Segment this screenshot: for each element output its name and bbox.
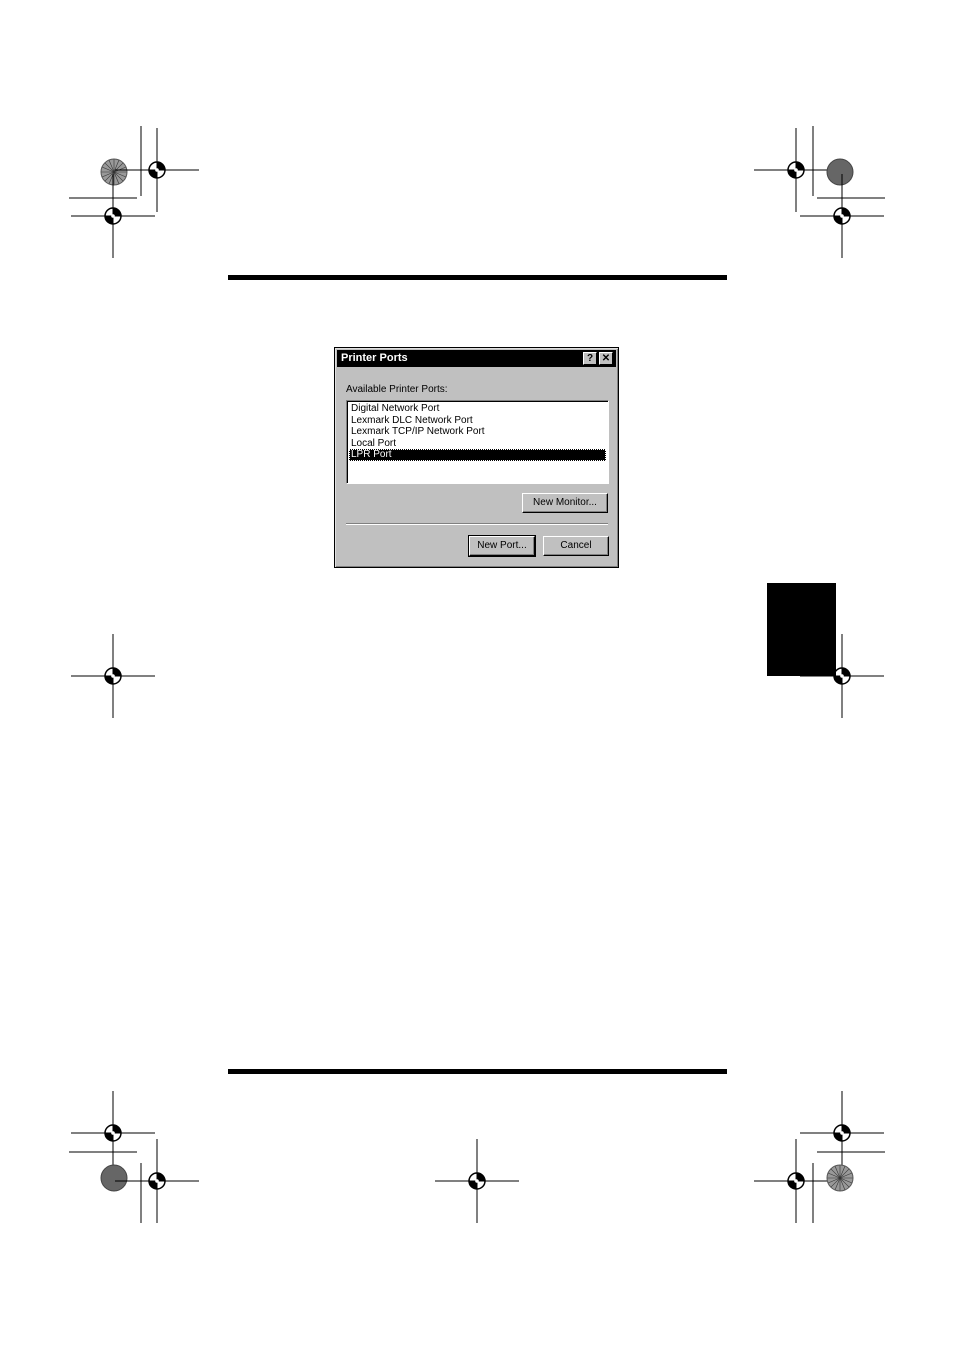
new-monitor-button[interactable]: New Monitor...	[522, 493, 608, 513]
registration-mark-icon	[799, 633, 885, 719]
registration-mark-icon	[799, 1090, 885, 1176]
registration-mark-icon	[753, 127, 839, 213]
close-button[interactable]: ✕	[599, 352, 613, 365]
new-port-button[interactable]: New Port...	[468, 535, 536, 557]
help-icon: ?	[586, 353, 594, 364]
dialog-title-bar[interactable]: Printer Ports ? ✕	[337, 350, 616, 367]
list-item[interactable]: Digital Network Port	[349, 403, 606, 415]
color-wheel-icon	[100, 1164, 128, 1192]
registration-mark-icon	[70, 1090, 156, 1176]
list-item-selected[interactable]: LPR Port	[349, 449, 606, 461]
printer-ports-dialog: Printer Ports ? ✕ Available Printer Port…	[334, 347, 619, 568]
available-ports-list[interactable]: Digital Network Port Lexmark DLC Network…	[346, 400, 609, 484]
available-ports-label: Available Printer Ports:	[346, 384, 448, 395]
color-wheel-icon	[100, 158, 128, 186]
help-button[interactable]: ?	[583, 352, 597, 365]
list-item[interactable]: Lexmark TCP/IP Network Port	[349, 426, 606, 438]
dialog-title: Printer Ports	[341, 352, 408, 364]
close-icon: ✕	[601, 353, 611, 364]
color-wheel-icon	[826, 1164, 854, 1192]
list-item[interactable]: Local Port	[349, 438, 606, 450]
registration-mark-icon	[70, 173, 156, 259]
print-marks	[69, 126, 885, 1224]
registration-mark-icon	[114, 127, 200, 213]
registration-mark-icon	[434, 1138, 520, 1224]
color-wheel-icon	[826, 158, 854, 186]
list-item[interactable]: Lexmark DLC Network Port	[349, 415, 606, 427]
separator	[346, 523, 608, 525]
registration-mark-icon	[70, 633, 156, 719]
cancel-button[interactable]: Cancel	[543, 536, 609, 556]
